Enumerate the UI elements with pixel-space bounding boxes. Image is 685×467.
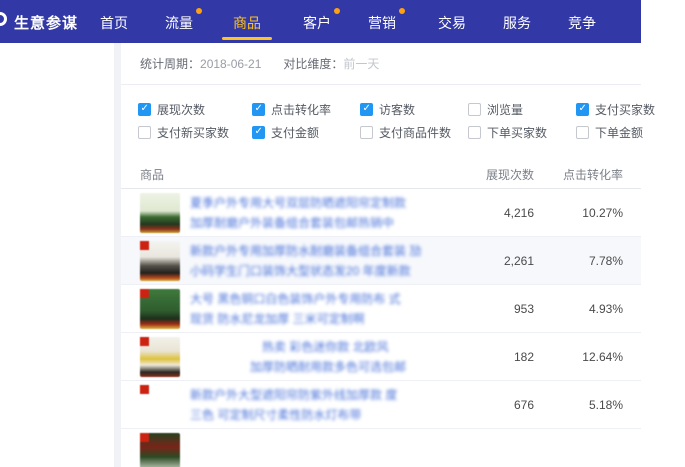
top-nav: 生意参谋 首页 流量 商品 客户 营销 交易 服务 竞争 [0,0,641,43]
col-header-ctr: 点击转化率 [534,166,623,183]
impressions-value: 676 [434,398,534,412]
content-panel: 统计周期：2018-06-21 对比维度：前一天 展现次数 点击转化率 访客数 浏… [121,43,641,467]
checkbox-icon[interactable] [138,103,151,116]
product-cell: 大号 黑色铜口白色装饰户外专用防布 式 现货 防水尼龙加厚 三米可定制啊 [140,289,434,329]
sale-tag-icon [140,433,149,442]
product-title-link[interactable]: 新款户外专用加厚防水耐磨装备组合套装 劢 [190,241,434,261]
product-title-link[interactable]: 加厚耐磨户外装备组合套装包邮热销中 [190,213,434,233]
metric-paid-amount[interactable]: 支付金额 [252,124,319,140]
nav-item-service[interactable]: 服务 [503,13,531,33]
brand-logo-icon [0,12,7,26]
ctr-value: 5.18% [534,398,623,412]
checkbox-icon[interactable] [576,126,589,139]
nav-item-customer[interactable]: 客户 [303,13,331,33]
ctr-value: 10.27% [534,206,623,220]
product-title-link[interactable]: 夏季户外专用大号双层防晒遮阳帘定制款 [190,193,434,213]
product-title-link[interactable]: 热卖 彩色迷你款 北欧风 [190,337,434,357]
product-cell: 新款户外大型遮阳帘防紫外线加厚款 度 三色 可定制尺寸柔性防水灯布带 [140,385,434,425]
sale-tag-icon [140,241,149,250]
checkbox-icon[interactable] [138,126,151,139]
period-value: 2018-06-21 [200,57,261,71]
product-thumbnail-image[interactable] [140,337,180,377]
impressions-value: 953 [434,302,534,316]
product-title-link[interactable]: 大号 黑色铜口白色装饰户外专用防布 式 [190,289,434,309]
compare-label: 对比维度： [283,57,343,71]
table-row[interactable]: 热卖 彩色迷你款 北欧风 加厚防晒耐用款多色可选包邮 182 12.64% [121,333,641,381]
product-title-link[interactable]: 现货 防水尼龙加厚 三米可定制啊 [190,309,434,329]
ctr-value: 7.78% [534,254,623,268]
product-thumbnail-image[interactable] [140,385,180,425]
active-tab-underline [222,37,272,40]
checkbox-icon[interactable] [252,126,265,139]
metric-paid-items[interactable]: 支付商品件数 [360,124,451,140]
metric-order-buyers[interactable]: 下单买家数 [468,124,547,140]
ctr-value: 4.93% [534,302,623,316]
nav-item-compete[interactable]: 竞争 [568,13,596,33]
checkbox-icon[interactable] [360,126,373,139]
checkbox-icon[interactable] [468,126,481,139]
product-title-link[interactable]: 小码学生门口装饰大型状态发20 年度新款 [190,261,434,281]
metric-paid-buyers[interactable]: 支付买家数 [576,101,655,117]
metric-ctr[interactable]: 点击转化率 [252,101,331,117]
product-cell [140,433,434,467]
table-row[interactable]: 夏季户外专用大号双层防晒遮阳帘定制款 加厚耐磨户外装备组合套装包邮热销中 4,2… [121,189,641,237]
product-title-link[interactable]: 加厚防晒耐用款多色可选包邮 [190,357,434,377]
product-thumbnail-image[interactable] [140,433,180,467]
table-row[interactable]: 新款户外专用加厚防水耐磨装备组合套装 劢 小码学生门口装饰大型状态发20 年度新… [121,237,641,285]
col-header-product: 商品 [140,166,434,183]
brand-title: 生意参谋 [14,12,78,33]
product-thumbnail-image[interactable] [140,193,180,233]
impressions-value: 182 [434,350,534,364]
checkbox-icon[interactable] [576,103,589,116]
product-table: 夏季户外专用大号双层防晒遮阳帘定制款 加厚耐磨户外装备组合套装包邮热销中 4,2… [121,189,641,467]
layout-gap [114,43,121,467]
nav-item-marketing[interactable]: 营销 [368,13,396,33]
metric-pageviews[interactable]: 浏览量 [468,101,523,117]
metric-order-amount[interactable]: 下单金额 [576,124,643,140]
product-cell: 夏季户外专用大号双层防晒遮阳帘定制款 加厚耐磨户外装备组合套装包邮热销中 [140,193,434,233]
metric-new-paid-buyers[interactable]: 支付新买家数 [138,124,229,140]
nav-item-home[interactable]: 首页 [100,13,128,33]
sale-tag-icon [140,337,149,346]
nav-item-trade[interactable]: 交易 [438,13,466,33]
metric-visitors[interactable]: 访客数 [360,101,415,117]
metric-impressions[interactable]: 展现次数 [138,101,205,117]
checkbox-icon[interactable] [252,103,265,116]
impressions-value: 2,261 [434,254,534,268]
table-header: 商品 展现次数 点击转化率 [121,161,641,189]
product-cell: 热卖 彩色迷你款 北欧风 加厚防晒耐用款多色可选包邮 [140,337,434,377]
sale-tag-icon [140,289,149,298]
table-row[interactable]: 大号 黑色铜口白色装饰户外专用防布 式 现货 防水尼龙加厚 三米可定制啊 953… [121,285,641,333]
checkbox-icon[interactable] [360,103,373,116]
period-label: 统计周期： [140,57,200,71]
product-cell: 新款户外专用加厚防水耐磨装备组合套装 劢 小码学生门口装饰大型状态发20 年度新… [140,241,434,281]
nav-item-product[interactable]: 商品 [233,13,261,33]
nav-item-traffic[interactable]: 流量 [165,13,193,33]
ctr-value: 12.64% [534,350,623,364]
table-row[interactable]: 新款户外大型遮阳帘防紫外线加厚款 度 三色 可定制尺寸柔性防水灯布带 676 5… [121,381,641,429]
marketing-badge-dot-icon [399,8,405,14]
traffic-badge-dot-icon [196,8,202,14]
stats-period-bar: 统计周期：2018-06-21 对比维度：前一天 [121,43,641,85]
sale-tag-icon [140,385,149,394]
customer-badge-dot-icon [334,8,340,14]
product-thumbnail-image[interactable] [140,289,180,329]
product-title-link[interactable]: 新款户外大型遮阳帘防紫外线加厚款 度 [190,385,434,405]
page: 生意参谋 首页 流量 商品 客户 营销 交易 服务 竞争 统计周期：2018-0… [0,0,685,467]
impressions-value: 4,216 [434,206,534,220]
checkbox-icon[interactable] [468,103,481,116]
table-row[interactable] [121,429,641,467]
product-thumbnail-image[interactable] [140,241,180,281]
compare-value: 前一天 [343,57,379,71]
product-title-link[interactable]: 三色 可定制尺寸柔性防水灯布带 [190,405,434,425]
col-header-impressions: 展现次数 [434,166,534,183]
